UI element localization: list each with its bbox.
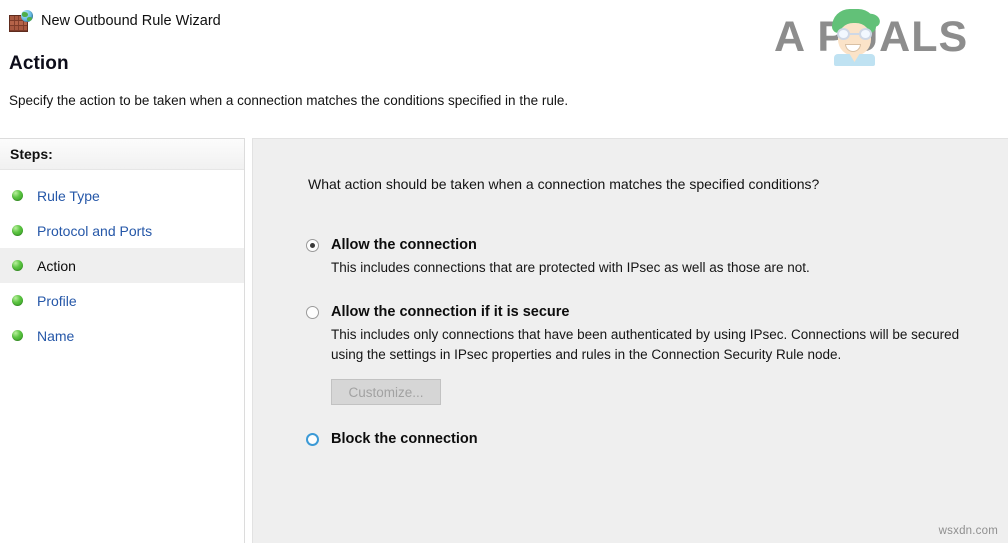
action-radio-group: Allow the connection This includes conne… <box>306 236 996 450</box>
sidebar-item-label: Protocol and Ports <box>37 222 153 239</box>
step-bullet-icon <box>12 260 23 271</box>
sidebar-item-name[interactable]: Name <box>0 318 244 353</box>
option-allow-if-secure[interactable]: Allow the connection if it is secure Thi… <box>306 303 996 405</box>
appuals-mascot-icon <box>828 8 882 66</box>
option-title: Allow the connection if it is secure <box>331 304 570 320</box>
action-content-pane: What action should be taken when a conne… <box>252 138 1008 543</box>
mascot-glasses-bridge <box>850 33 859 35</box>
steps-header: Steps: <box>0 139 244 170</box>
radio-allow-the-connection-if-it-is-secure[interactable] <box>306 306 319 319</box>
wizard-header: New Outbound Rule Wizard Action Specify … <box>0 0 1008 133</box>
sidebar-item-label: Name <box>37 327 75 344</box>
radio-allow-the-connection[interactable] <box>306 239 319 252</box>
step-bullet-icon <box>12 295 23 306</box>
action-question-label: What action should be taken when a conne… <box>308 176 820 192</box>
mascot-glasses-icon <box>837 28 872 40</box>
sidebar-item-action[interactable]: Action <box>0 248 244 283</box>
wizard-body: Steps: Rule Type Protocol and Ports Acti… <box>0 133 1008 543</box>
mascot-collar <box>834 54 875 66</box>
page-title: Action <box>9 53 69 74</box>
sidebar-item-rule-type[interactable]: Rule Type <box>0 178 244 213</box>
step-bullet-icon <box>12 330 23 341</box>
step-bullet-icon <box>12 225 23 236</box>
option-header[interactable]: Block the connection <box>306 430 996 448</box>
option-title: Allow the connection <box>331 237 477 253</box>
sidebar-item-label: Profile <box>37 292 77 309</box>
appuals-logo-text: A PUALS <box>774 13 969 61</box>
watermark: wsxdn.com <box>938 525 998 537</box>
sidebar-item-profile[interactable]: Profile <box>0 283 244 318</box>
radio-block-the-connection[interactable] <box>306 433 319 446</box>
mascot-lens-right <box>859 28 872 40</box>
globe-shape <box>21 10 33 22</box>
window-title: New Outbound Rule Wizard <box>41 13 221 29</box>
appuals-logo: A PUALS <box>774 8 996 66</box>
steps-header-label: Steps: <box>10 146 53 162</box>
option-block-the-connection[interactable]: Block the connection <box>306 430 996 448</box>
option-title: Block the connection <box>331 431 478 447</box>
page-subtitle: Specify the action to be taken when a co… <box>9 93 569 108</box>
sidebar-item-label: Rule Type <box>37 187 100 204</box>
sidebar-item-protocol-and-ports[interactable]: Protocol and Ports <box>0 213 244 248</box>
option-allow-the-connection[interactable]: Allow the connection This includes conne… <box>306 236 996 278</box>
step-bullet-icon <box>12 190 23 201</box>
customize-button[interactable]: Customize... <box>331 379 441 405</box>
option-description: This includes connections that are prote… <box>331 260 810 275</box>
option-description: This includes only connections that have… <box>331 327 960 362</box>
window-titlebar: New Outbound Rule Wizard <box>9 10 221 32</box>
option-header[interactable]: Allow the connection <box>306 236 996 254</box>
customize-row: Customize... <box>331 379 996 405</box>
steps-list: Rule Type Protocol and Ports Action Prof… <box>0 170 244 353</box>
option-header[interactable]: Allow the connection if it is secure <box>306 303 996 321</box>
mascot-lens-left <box>837 28 850 40</box>
firewall-brick-globe-icon <box>9 10 33 32</box>
sidebar-item-label: Action <box>37 257 76 274</box>
steps-sidebar: Steps: Rule Type Protocol and Ports Acti… <box>0 138 245 543</box>
